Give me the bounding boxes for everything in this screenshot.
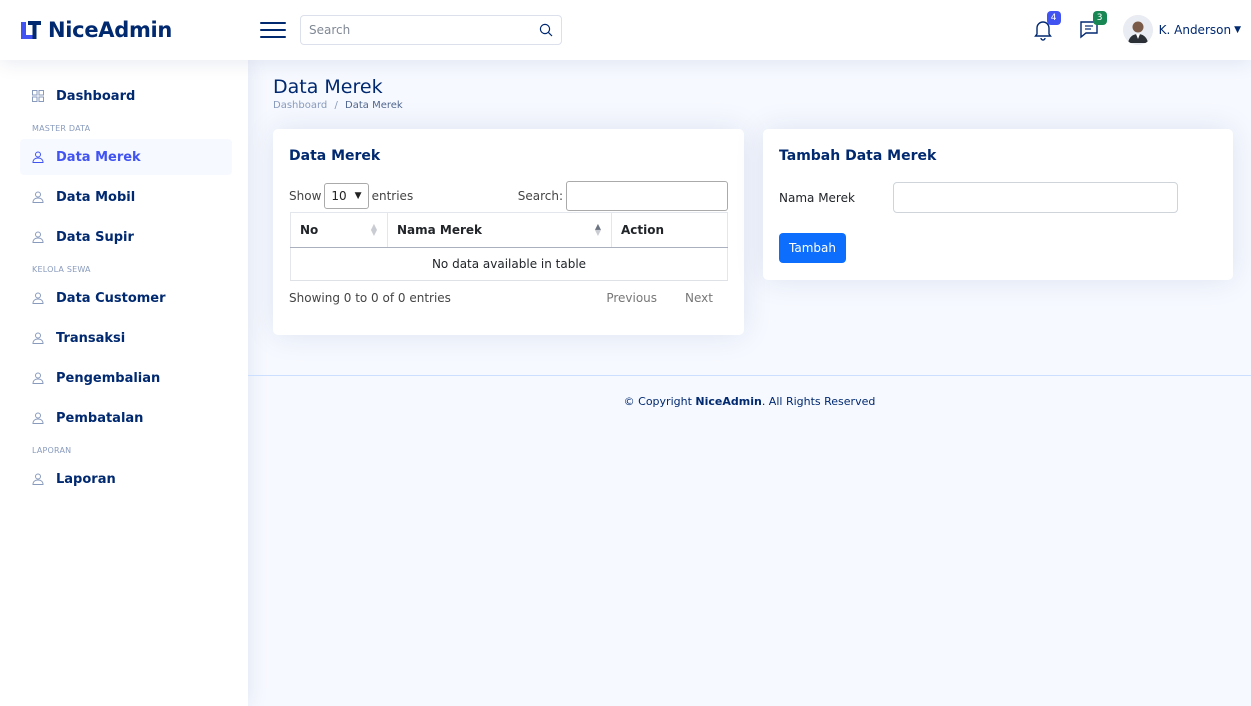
tambah-button[interactable]: Tambah bbox=[779, 233, 846, 263]
sidebar-item-laporan[interactable]: Laporan bbox=[20, 461, 232, 497]
show-label: Show bbox=[289, 189, 322, 203]
person-icon bbox=[32, 372, 48, 384]
nama-merek-label: Nama Merek bbox=[779, 190, 855, 205]
column-header-nama-merek[interactable]: Nama Merek ▲ ▼ bbox=[387, 212, 612, 248]
sidebar-item-label: Transaksi bbox=[56, 330, 126, 346]
header-nav: 4 3 K. Anderson ▼ bbox=[1031, 11, 1251, 45]
person-icon bbox=[32, 231, 48, 243]
sidebar-item-pengembalian[interactable]: Pengembalian bbox=[20, 360, 232, 396]
column-header-no[interactable]: No ▲ ▼ bbox=[290, 212, 388, 248]
empty-table-message: No data available in table bbox=[290, 247, 728, 281]
person-icon bbox=[32, 191, 48, 203]
notifications-button[interactable]: 4 bbox=[1031, 11, 1061, 43]
breadcrumb: Dashboard / Data Merek bbox=[273, 100, 403, 111]
breadcrumb-current: Data Merek bbox=[345, 100, 403, 111]
brand-name: NiceAdmin bbox=[48, 18, 173, 42]
footer-suffix: . All Rights Reserved bbox=[761, 395, 876, 408]
notifications-badge: 4 bbox=[1046, 11, 1061, 25]
sidebar-item-label: Dashboard bbox=[56, 88, 136, 104]
sidebar-item-data-supir[interactable]: Data Supir bbox=[20, 219, 232, 255]
sidebar-heading-master: MASTER DATA bbox=[32, 124, 91, 133]
logo-mark-icon bbox=[21, 21, 41, 39]
person-icon bbox=[32, 473, 48, 485]
person-icon bbox=[32, 292, 48, 304]
sidebar-heading-laporan: LAPORAN bbox=[32, 446, 72, 455]
main-content: Data Merek Dashboard / Data Merek Data M… bbox=[248, 60, 1251, 706]
profile-name: K. Anderson bbox=[1158, 23, 1232, 37]
breadcrumb-separator: / bbox=[334, 100, 338, 111]
footer-prefix: © Copyright bbox=[623, 395, 696, 408]
page-title: Data Merek bbox=[273, 76, 383, 98]
chevron-down-icon: ▼ bbox=[1234, 25, 1241, 35]
next-button[interactable]: Next bbox=[671, 291, 728, 305]
sidebar: Dashboard MASTER DATA Data Merek Data Mo… bbox=[0, 60, 248, 706]
search-input[interactable] bbox=[309, 23, 539, 37]
logo[interactable]: NiceAdmin bbox=[0, 18, 248, 42]
add-brand-card: Tambah Data Merek Nama Merek Tambah bbox=[763, 129, 1233, 280]
person-icon bbox=[32, 151, 48, 163]
sidebar-item-label: Data Customer bbox=[56, 290, 166, 306]
card-title: Tambah Data Merek bbox=[779, 148, 937, 164]
entries-label: entries bbox=[371, 189, 414, 203]
table-controls: Show 10 ▼ entries Search: bbox=[289, 180, 728, 212]
sidebar-item-label: Laporan bbox=[56, 471, 116, 487]
person-icon bbox=[32, 332, 48, 344]
sort-icon: ▲ ▼ bbox=[370, 222, 377, 237]
header-search bbox=[300, 15, 562, 45]
table-search: Search: bbox=[518, 181, 728, 211]
footer: © Copyright NiceAdmin. All Rights Reserv… bbox=[248, 375, 1251, 425]
column-header-action: Action bbox=[611, 212, 728, 248]
table-footer: Showing 0 to 0 of 0 entries Previous Nex… bbox=[289, 291, 728, 305]
sidebar-item-data-customer[interactable]: Data Customer bbox=[20, 280, 232, 316]
sidebar-toggle-icon[interactable] bbox=[260, 20, 286, 40]
sidebar-item-pembatalan[interactable]: Pembatalan bbox=[20, 400, 232, 436]
table-search-input[interactable] bbox=[566, 181, 728, 211]
grid-icon bbox=[32, 90, 48, 102]
sidebar-item-transaksi[interactable]: Transaksi bbox=[20, 320, 232, 356]
table-row: No data available in table bbox=[290, 247, 728, 281]
search-icon[interactable] bbox=[539, 23, 553, 37]
entries-value: 10 bbox=[331, 189, 347, 203]
sidebar-item-dashboard[interactable]: Dashboard bbox=[20, 78, 232, 114]
sidebar-item-label: Data Mobil bbox=[56, 189, 136, 205]
sidebar-item-label: Data Supir bbox=[56, 229, 134, 245]
messages-button[interactable]: 3 bbox=[1077, 11, 1107, 43]
sidebar-item-data-mobil[interactable]: Data Mobil bbox=[20, 179, 232, 215]
sidebar-item-label: Data Merek bbox=[56, 149, 141, 165]
sort-asc-icon: ▲ ▼ bbox=[594, 222, 601, 237]
footer-brand: NiceAdmin bbox=[695, 395, 762, 408]
messages-badge: 3 bbox=[1092, 11, 1107, 25]
card-title: Data Merek bbox=[289, 148, 381, 164]
table-search-label: Search: bbox=[517, 189, 563, 203]
nama-merek-input[interactable] bbox=[893, 182, 1178, 213]
entries-select[interactable]: 10 ▼ bbox=[324, 183, 369, 209]
previous-button[interactable]: Previous bbox=[592, 291, 671, 305]
data-table: No ▲ ▼ Nama Merek ▲ ▼ Action No data avail… bbox=[290, 212, 728, 281]
sidebar-heading-sewa: KELOLA SEWA bbox=[32, 265, 91, 274]
pagination: Previous Next bbox=[592, 291, 728, 305]
person-icon bbox=[32, 412, 48, 424]
top-header: NiceAdmin 4 3 K. Anderson ▼ bbox=[0, 0, 1251, 60]
page-title-block: Data Merek Dashboard / Data Merek bbox=[273, 76, 403, 111]
profile-dropdown[interactable]: K. Anderson ▼ bbox=[1122, 15, 1241, 45]
breadcrumb-home[interactable]: Dashboard bbox=[273, 100, 327, 111]
data-table-card: Data Merek Show 10 ▼ entries Search: No … bbox=[273, 129, 744, 335]
sidebar-item-label: Pembatalan bbox=[56, 410, 144, 426]
avatar bbox=[1122, 15, 1153, 45]
form-row-nama-merek: Nama Merek bbox=[779, 182, 1178, 213]
sidebar-item-data-merek[interactable]: Data Merek bbox=[20, 139, 232, 175]
chevron-down-icon: ▼ bbox=[354, 191, 362, 201]
table-info: Showing 0 to 0 of 0 entries bbox=[289, 291, 451, 305]
sidebar-item-label: Pengembalian bbox=[56, 370, 161, 386]
